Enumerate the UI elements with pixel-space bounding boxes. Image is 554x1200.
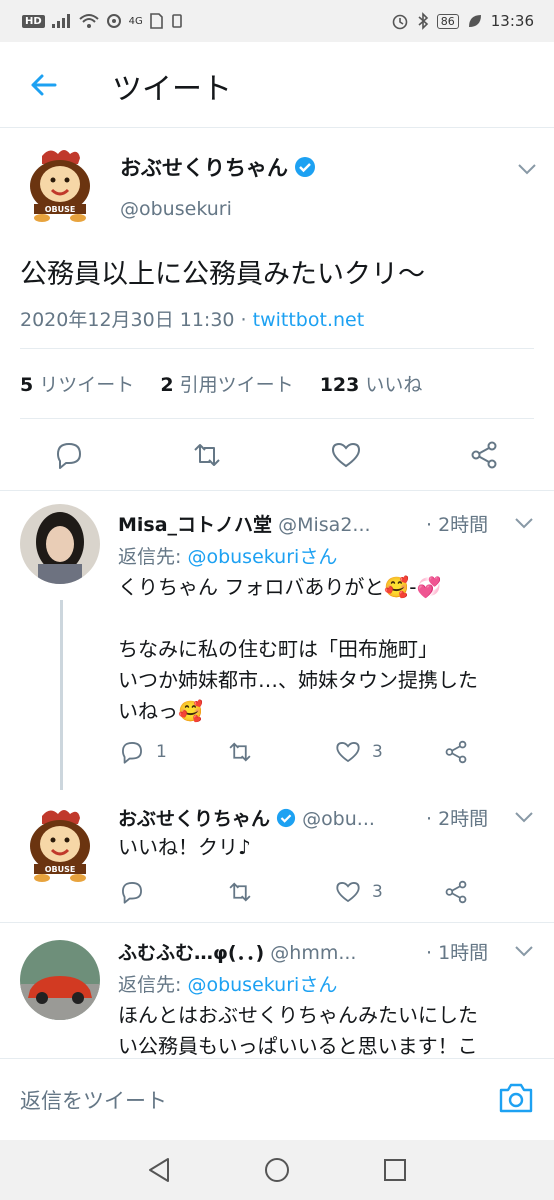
share-button[interactable]: [442, 738, 470, 766]
svg-text:OBUSE: OBUSE: [45, 865, 76, 874]
vibrate-icon: [171, 14, 182, 28]
sd-card-icon: [149, 13, 163, 29]
divider: [20, 418, 534, 419]
retweet-icon: [229, 882, 251, 902]
tweet-datetime: 2020年12月30日 11:30: [20, 309, 235, 331]
share-icon: [445, 740, 467, 764]
reply-icon[interactable]: [52, 438, 86, 472]
signal-icon: [51, 14, 70, 28]
wifi-icon: [79, 14, 99, 28]
retweet-icon: [229, 742, 251, 762]
reply-to: 返信先: @obusekuriさん: [118, 546, 338, 568]
reply-author-name[interactable]: Misa_コトノハ堂: [118, 514, 272, 536]
author-name[interactable]: おぶせくりちゃん: [120, 152, 316, 182]
page-title: ツイート: [112, 72, 232, 107]
like-count: 3: [372, 742, 383, 762]
obusekuri-mascot-avatar[interactable]: OBUSE: [20, 144, 100, 224]
verified-badge-icon: [276, 808, 296, 828]
chevron-down-icon[interactable]: [514, 944, 534, 958]
reply-author-handle[interactable]: @obu...: [302, 808, 375, 830]
chevron-down-icon[interactable]: [514, 810, 534, 824]
reply-tweet[interactable]: OBUSE おぶせくりちゃん @obu... · 2時間 いいね！クリ♪ 3: [0, 790, 554, 920]
chevron-down-icon[interactable]: [514, 516, 534, 530]
reply-author-name[interactable]: おぶせくりちゃん: [118, 808, 270, 830]
nav-recents-icon[interactable]: [382, 1156, 408, 1184]
share-icon: [445, 880, 467, 904]
retweets-stat[interactable]: 5 リツイート: [20, 374, 134, 396]
nav-home-icon[interactable]: [263, 1156, 291, 1184]
chevron-down-icon[interactable]: [517, 162, 537, 176]
camera-icon[interactable]: [498, 1081, 534, 1115]
reply-tweet[interactable]: ふむふむ…φ(．．) @hmm... · 1時間 返信先: @obusekuri…: [0, 922, 554, 1058]
tweet-stats: 5 リツイート 2 引用ツイート 123 いいね: [20, 370, 422, 397]
retweet-icon[interactable]: [190, 438, 224, 472]
reply-time: · 2時間: [426, 808, 489, 830]
back-arrow-icon[interactable]: [28, 70, 58, 100]
battery-indicator: 86: [436, 13, 459, 29]
alarm-icon: [392, 14, 408, 30]
bluetooth-icon: [418, 12, 428, 30]
reply-text: くりちゃん フォロバありがと🥰-💞 ちなみに私の住む町は「田布施町」 いつか姉妹…: [118, 575, 478, 723]
like-heart-icon[interactable]: [329, 438, 363, 472]
author-handle[interactable]: @obusekuri: [120, 198, 232, 220]
tweet-meta: 2020年12月30日 11:30 · twittbot.net: [20, 309, 365, 331]
retweet-button[interactable]: [226, 738, 264, 766]
avatar[interactable]: [20, 940, 100, 1020]
reply-to-mention[interactable]: @obusekuri: [187, 546, 299, 568]
share-icon[interactable]: [467, 438, 501, 472]
svg-text:OBUSE: OBUSE: [45, 205, 76, 214]
share-button[interactable]: [442, 878, 470, 906]
reply-count: 1: [156, 742, 167, 762]
reply-actions: 1 3: [118, 738, 538, 778]
reply-to-mention[interactable]: @obusekuri: [187, 974, 299, 996]
reply-button[interactable]: 1: [118, 738, 167, 766]
reply-text: ほんとはおぶせくりちゃんみたいにした い公務員もいっぱいいると思います！こ: [118, 1003, 478, 1058]
retweet-button[interactable]: [226, 878, 264, 906]
hotspot-icon: [106, 14, 121, 28]
tweet-text: 公務員以上に公務員みたいクリ〜: [20, 259, 425, 290]
tweet-actions: [0, 428, 554, 488]
top-app-bar: ツイート: [0, 42, 554, 128]
avatar[interactable]: [20, 504, 100, 584]
system-navigation-bar: [0, 1140, 554, 1200]
nav-back-icon[interactable]: [146, 1156, 172, 1184]
reply-time: · 1時間: [426, 942, 489, 964]
reply-time: · 2時間: [426, 514, 489, 536]
reply-author-handle[interactable]: @hmm...: [270, 942, 356, 964]
like-button[interactable]: 3: [334, 878, 383, 906]
like-heart-icon: [336, 742, 360, 763]
reply-tweet[interactable]: Misa_コトノハ堂 @Misa2... · 2時間 返信先: @obuseku…: [0, 490, 554, 790]
reply-button[interactable]: [118, 878, 156, 906]
likes-stat[interactable]: 123 いいね: [320, 374, 423, 396]
leaf-icon: [468, 15, 481, 27]
verified-badge-icon: [295, 157, 315, 177]
network-type: 4G: [128, 15, 143, 27]
divider: [20, 348, 534, 349]
status-bar: HD 4G 86 13:36: [0, 0, 554, 42]
like-heart-icon: [336, 882, 360, 903]
like-count: 3: [372, 882, 383, 902]
hd-badge: HD: [22, 14, 45, 28]
reply-icon: [122, 882, 142, 904]
reply-to: 返信先: @obusekuriさん: [118, 974, 338, 996]
reply-actions: 3: [118, 878, 538, 918]
tweet-source-link[interactable]: twittbot.net: [253, 309, 365, 331]
quotes-stat[interactable]: 2 引用ツイート: [160, 374, 293, 396]
reply-compose-bar[interactable]: 返信をツイート: [0, 1058, 554, 1140]
reply-text: いいね！クリ♪: [118, 835, 251, 859]
obusekuri-mascot-avatar[interactable]: OBUSE: [20, 804, 100, 884]
reply-icon: [122, 742, 142, 764]
reply-author-name[interactable]: ふむふむ…φ(．．): [118, 942, 264, 964]
reply-author-handle[interactable]: @Misa2...: [278, 514, 370, 536]
like-button[interactable]: 3: [334, 738, 383, 766]
reply-input[interactable]: 返信をツイート: [20, 1085, 167, 1115]
clock: 13:36: [490, 12, 534, 30]
